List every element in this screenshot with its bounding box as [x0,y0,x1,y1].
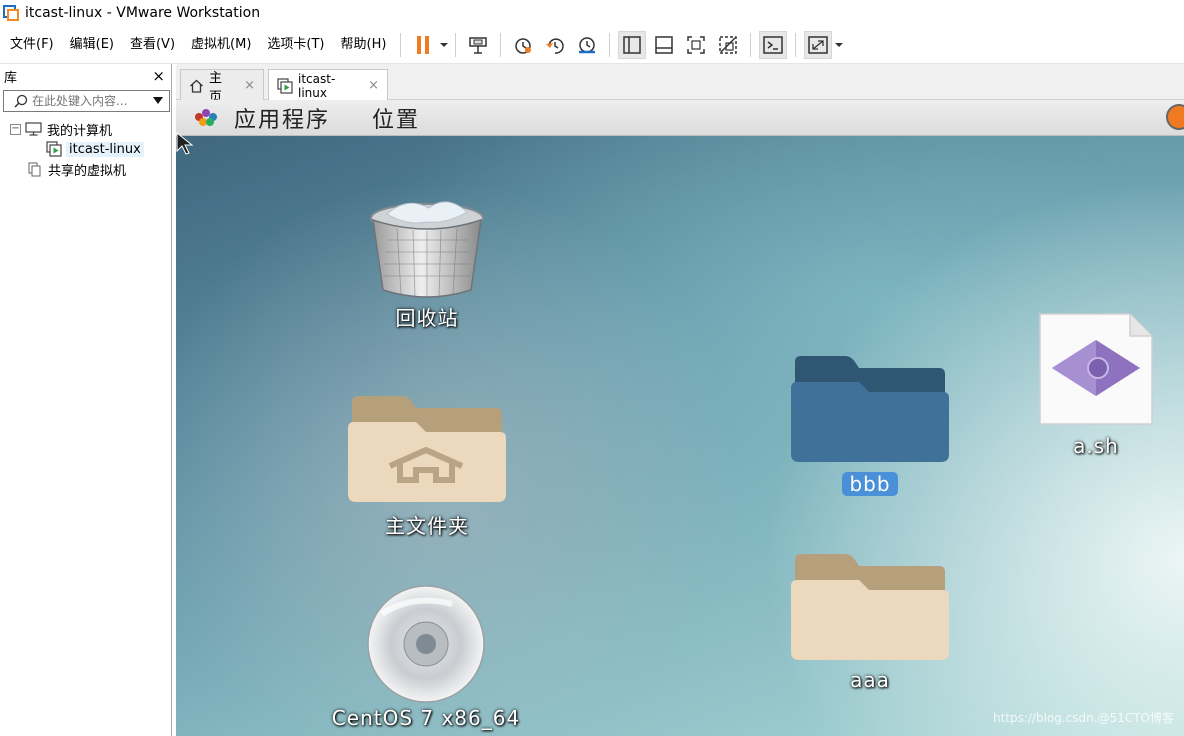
unity-icon[interactable] [714,31,742,59]
menu-tabs[interactable]: 选项卡(T) [259,26,332,64]
tree-item-itcast-linux[interactable]: itcast-linux [0,139,171,159]
desktop-icon-label: 回收站 [395,306,459,330]
toolbar-separator [609,32,611,57]
watermark-text: https://blog.csdn.@51CTO博客 [992,711,1174,725]
snapshot-manager-icon[interactable] [573,31,601,59]
vm-tree: − 我的计算机 itcast-linux 共享的虚拟机 [0,119,171,179]
send-ctrl-alt-del-icon[interactable] [464,31,492,59]
library-panel: 库 × − 我的计算机 itcast-linux 共享的虚拟机 [0,64,172,736]
menu-vm[interactable]: 虚拟机(M) [183,26,259,64]
applications-menu[interactable]: 应用程序 [234,102,330,134]
console-view-icon[interactable] [759,30,788,59]
tree-item-label: 共享的虚拟机 [48,163,127,179]
menu-toolbar: 文件(F) 编辑(E) 查看(V) 虚拟机(M) 选项卡(T) 帮助(H) [0,26,1184,64]
menu-view[interactable]: 查看(V) [122,26,183,64]
vm-console[interactable]: 应用程序 位置 回收站 主文件夹 CentOS 7 x86_64 bbb aaa… [176,100,1184,736]
thumbnail-bar-icon[interactable] [650,31,678,59]
chevron-down-icon[interactable] [153,97,163,104]
places-menu[interactable]: 位置 [372,102,420,134]
tab-itcast-linux[interactable]: itcast-linux × [268,69,388,101]
library-search[interactable] [3,90,170,112]
library-header: 库 × [0,64,171,88]
toolbar-separator [750,32,752,57]
stretch-dropdown-icon[interactable] [834,31,844,59]
close-icon[interactable]: × [244,78,255,93]
collapse-icon[interactable]: − [10,123,21,135]
tree-item-my-computer[interactable]: − 我的计算机 [0,119,171,139]
mouse-pointer-icon [176,132,194,155]
search-input[interactable] [32,94,147,108]
window-title: itcast-linux - VMware Workstation [25,5,261,21]
toolbar-separator [500,32,502,57]
menu-help[interactable]: 帮助(H) [333,26,395,64]
gnome-foot-icon[interactable] [192,107,220,129]
toolbar-separator [455,32,457,57]
vmware-logo-icon [3,5,19,21]
tree-item-label: itcast-linux [66,141,144,157]
desktop-icon-dvd[interactable]: CentOS 7 x86_64 [312,584,540,730]
toolbar-separator [795,32,797,57]
desktop-icon-script-file[interactable]: a.sh [1034,312,1158,458]
full-screen-icon[interactable] [682,31,710,59]
desktop-icon-label: bbb [842,472,898,496]
volume-icon[interactable] [1166,104,1184,130]
close-icon[interactable]: × [368,78,379,93]
running-vm-icon [46,141,62,157]
computer-icon [25,122,42,136]
tab-home[interactable]: 主页 × [180,69,264,105]
desktop-icon-label: a.sh [1073,434,1119,458]
folder-icon [791,554,949,660]
menu-file[interactable]: 文件(F) [0,26,62,64]
home-icon [189,79,204,93]
home-folder-icon [348,396,506,502]
title-bar: itcast-linux - VMware Workstation [0,0,1184,26]
toolbar-separator [400,32,402,57]
running-vm-icon [277,77,293,94]
tab-label: 主页 [209,70,223,105]
stretch-guest-icon[interactable] [804,30,833,59]
folder-icon [791,356,949,462]
tree-item-shared-vms[interactable]: 共享的虚拟机 [0,159,171,179]
script-file-icon [1039,313,1153,425]
revert-snapshot-icon[interactable] [541,31,569,59]
dvd-disc-icon [367,585,485,703]
tree-item-label: 我的计算机 [47,123,113,139]
snapshot-icon[interactable] [509,31,537,59]
desktop-icon-label: 主文件夹 [385,514,469,538]
desktop-icon-folder-aaa[interactable]: aaa [788,552,952,692]
desktop-icon-label: CentOS 7 x86_64 [331,706,521,730]
show-library-icon[interactable] [618,30,647,59]
guest-top-panel: 应用程序 位置 [176,100,1184,136]
tab-strip: 主页 × itcast-linux × [176,64,1184,105]
desktop-icon-home-folder[interactable]: 主文件夹 [342,394,512,539]
shared-vms-icon [28,162,42,177]
trash-icon [370,201,484,298]
desktop-icon-label: aaa [850,668,890,692]
tab-label: itcast-linux [298,71,336,100]
desktop-icon-trash[interactable]: 回收站 [362,200,492,331]
pause-dropdown-icon[interactable] [439,31,449,59]
pause-icon[interactable] [409,31,437,59]
library-title: 库 [4,70,18,86]
search-icon [14,94,28,108]
desktop-icon-folder-bbb[interactable]: bbb [788,354,952,496]
library-close-button[interactable]: × [152,67,165,85]
menu-edit[interactable]: 编辑(E) [62,26,122,64]
